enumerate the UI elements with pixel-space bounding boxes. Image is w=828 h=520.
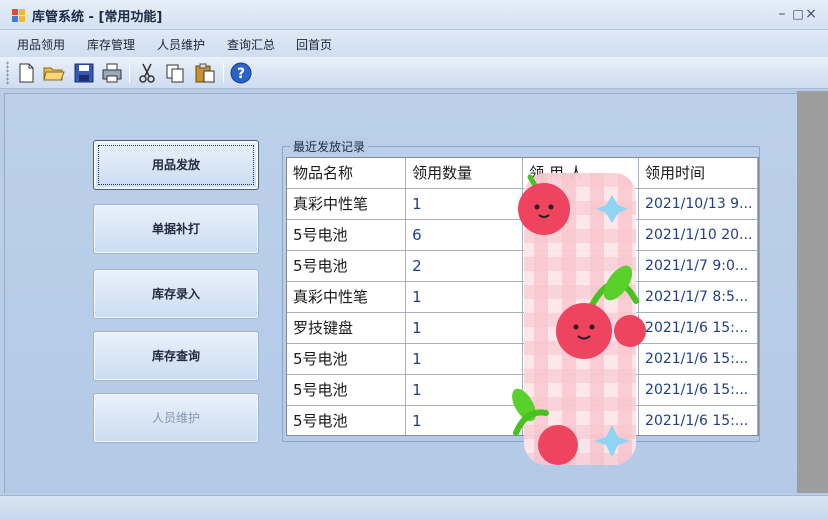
help-icon[interactable]: ? — [229, 61, 253, 85]
save-icon[interactable] — [72, 61, 96, 85]
cell-item: 5号电池 — [287, 343, 407, 375]
issue-supplies-button[interactable]: 用品发放 — [93, 140, 259, 190]
svg-text:?: ? — [237, 66, 245, 82]
paste-icon[interactable] — [193, 61, 217, 85]
cell-item: 5号电池 — [287, 219, 407, 251]
menu-item-supply-claim[interactable]: 用品领用 — [17, 36, 65, 53]
toolbar-grip[interactable] — [6, 61, 9, 85]
toolbar-separator — [223, 63, 224, 83]
column-header-time[interactable]: 领用时间 — [638, 158, 758, 189]
menu-item-inventory[interactable]: 库存管理 — [87, 36, 135, 53]
print-icon[interactable] — [100, 61, 124, 85]
cut-icon[interactable] — [135, 61, 159, 85]
menu-item-staff[interactable]: 人员维护 — [157, 36, 205, 53]
menu-item-home[interactable]: 回首页 — [296, 36, 332, 53]
cell-item: 5号电池 — [287, 405, 407, 435]
status-bar — [0, 495, 828, 520]
right-gray-strip — [797, 91, 828, 493]
cell-time: 2021/1/6 15:... — [638, 405, 758, 435]
cell-time: 2021/1/7 8:5... — [638, 281, 758, 313]
title-bar: 库管系统 - [常用功能] – □ × — [0, 0, 828, 30]
recent-records-title: 最近发放记录 — [290, 138, 369, 155]
menu-item-query[interactable]: 查询汇总 — [227, 36, 275, 53]
minimize-button[interactable]: – — [774, 6, 790, 22]
cell-time: 2021/10/13 9... — [638, 188, 758, 220]
cell-time: 2021/1/7 9:0... — [638, 250, 758, 282]
menu-bar: 用品领用 库存管理 人员维护 查询汇总 回首页 — [0, 30, 828, 57]
cell-item: 5号电池 — [287, 250, 407, 282]
cell-item: 罗技键盘 — [287, 312, 407, 344]
open-folder-icon[interactable] — [42, 61, 66, 85]
toolbar: ? — [0, 57, 828, 89]
stock-entry-button[interactable]: 库存录入 — [93, 269, 259, 319]
cell-item: 5号电池 — [287, 374, 407, 406]
cell-time: 2021/1/6 15:... — [638, 374, 758, 406]
window-title: 库管系统 - [常用功能] — [32, 10, 163, 25]
reprint-receipt-button[interactable]: 单据补打 — [93, 204, 259, 254]
new-icon[interactable] — [14, 61, 38, 85]
stock-query-button[interactable]: 库存查询 — [93, 331, 259, 381]
column-header-item[interactable]: 物品名称 — [287, 158, 407, 189]
cherry-sticker-overlay — [512, 173, 646, 465]
app-icon — [12, 9, 25, 22]
cell-item: 真彩中性笔 — [287, 281, 407, 313]
cell-item: 真彩中性笔 — [287, 188, 407, 220]
close-button[interactable]: × — [803, 6, 819, 22]
copy-icon[interactable] — [163, 61, 187, 85]
toolbar-separator — [129, 63, 130, 83]
cell-time: 2021/1/6 15:... — [638, 343, 758, 375]
cell-time: 2021/1/10 20... — [638, 219, 758, 251]
cell-time: 2021/1/6 15:... — [638, 312, 758, 344]
staff-maintenance-button[interactable]: 人员维护 — [93, 393, 259, 443]
